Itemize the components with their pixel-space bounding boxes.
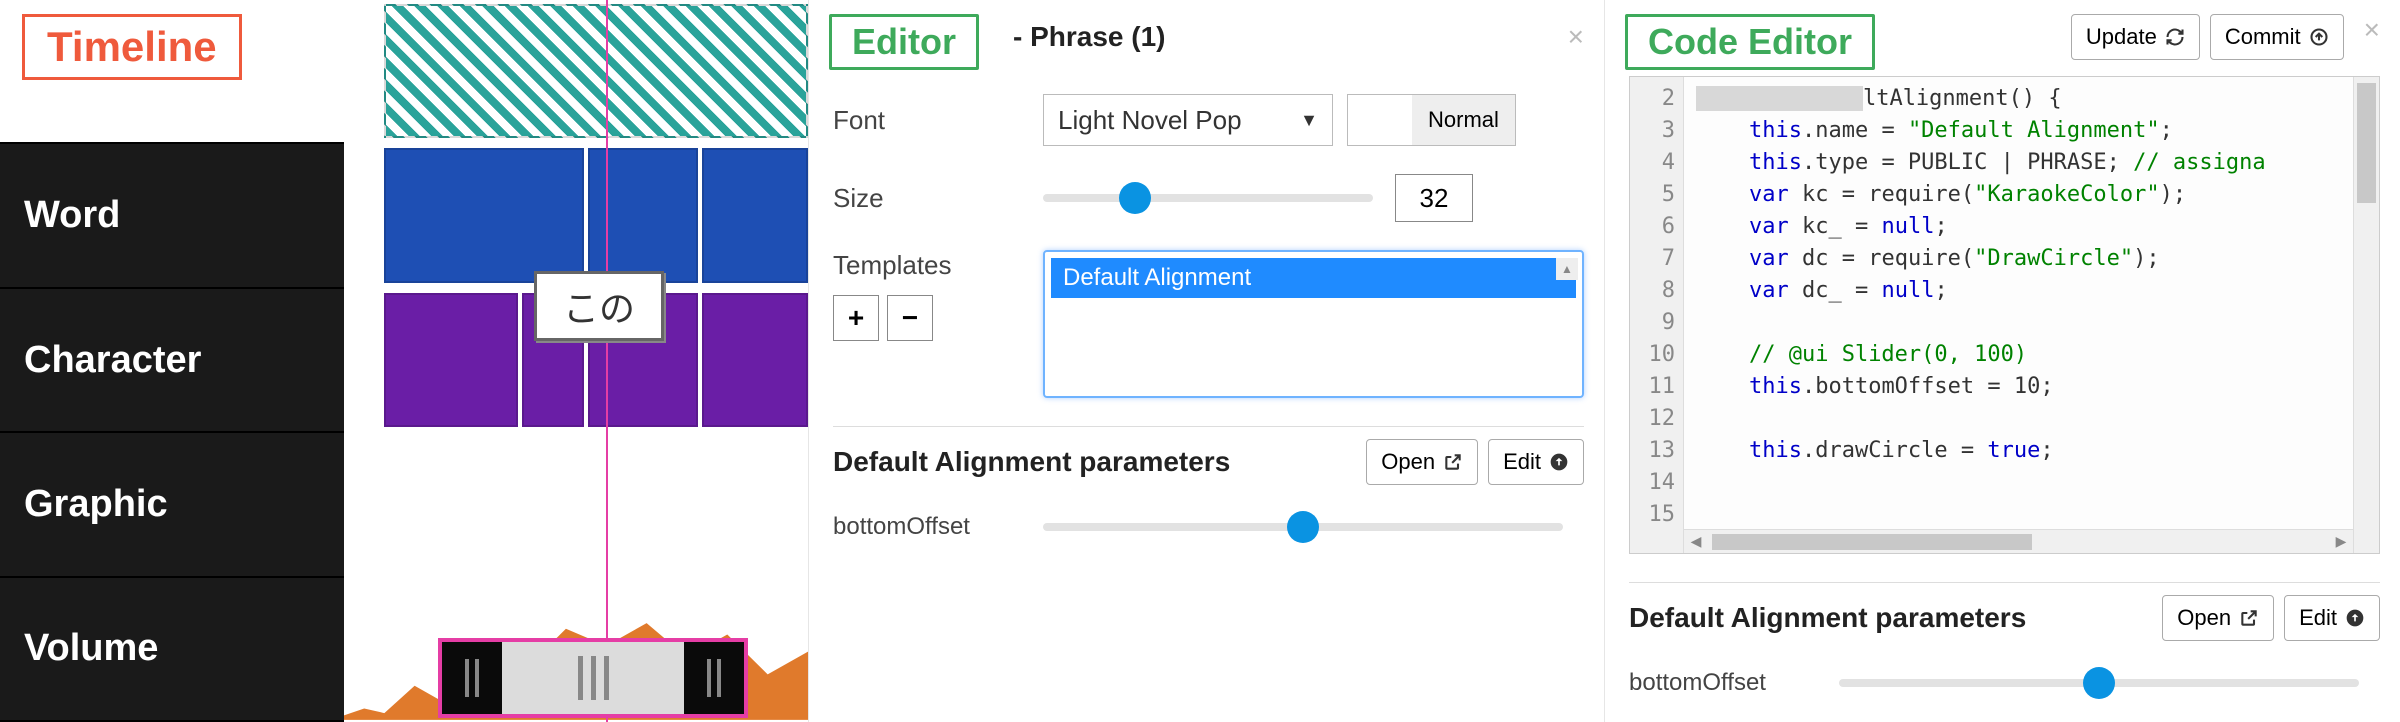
code-gutter: 2 3 4 5 6 7 8 9 10 11 12 13 14 15 bbox=[1630, 77, 1684, 553]
size-label: Size bbox=[833, 183, 1043, 214]
close-icon[interactable]: × bbox=[1568, 21, 1584, 53]
clip-phrase[interactable] bbox=[384, 4, 808, 138]
track-label-word[interactable]: Word bbox=[0, 144, 344, 288]
vscroll-thumb[interactable] bbox=[2357, 83, 2376, 203]
commit-button[interactable]: Commit bbox=[2210, 14, 2344, 60]
clip-tooltip: この bbox=[534, 271, 664, 341]
timeline-scrollbar[interactable] bbox=[438, 638, 748, 718]
track-label-volume[interactable]: Volume bbox=[0, 578, 344, 722]
external-link-icon bbox=[2239, 608, 2259, 628]
font-style-toggle[interactable]: Normal bbox=[1347, 94, 1516, 146]
font-style-option[interactable] bbox=[1348, 95, 1412, 145]
scroll-handle-right[interactable] bbox=[684, 642, 744, 714]
font-select[interactable]: Light Novel Pop ▼ bbox=[1043, 94, 1333, 146]
commit-button-label: Commit bbox=[2225, 24, 2301, 50]
editor-title-suffix: - Phrase (1) bbox=[1013, 21, 1166, 53]
template-item[interactable]: Default Alignment bbox=[1051, 258, 1576, 298]
track-label-graphic[interactable]: Graphic bbox=[0, 433, 344, 577]
playhead[interactable] bbox=[606, 0, 608, 722]
bottomoffset-slider-thumb[interactable] bbox=[1287, 511, 1319, 543]
scroll-up-icon[interactable]: ▲ bbox=[1556, 258, 1578, 280]
size-input[interactable]: 32 bbox=[1395, 174, 1473, 222]
editor-badge: Editor bbox=[829, 14, 979, 70]
scroll-left-icon[interactable]: ◀ bbox=[1684, 533, 1708, 550]
track-label-character[interactable]: Character bbox=[0, 289, 344, 433]
code-hscrollbar[interactable]: ◀ ▶ bbox=[1684, 529, 2353, 553]
track-area[interactable]: この bbox=[344, 0, 808, 722]
chevron-down-icon: ▼ bbox=[1300, 110, 1318, 131]
track-row-graphic[interactable] bbox=[344, 433, 808, 577]
clip-word[interactable] bbox=[384, 148, 584, 282]
font-style-normal[interactable]: Normal bbox=[1412, 95, 1515, 145]
size-slider[interactable] bbox=[1043, 194, 1373, 202]
bottomoffset-label: bottomOffset bbox=[1629, 669, 1839, 697]
open-button-label: Open bbox=[2177, 605, 2231, 631]
size-slider-thumb[interactable] bbox=[1119, 182, 1151, 214]
templates-scrollbar[interactable]: ▲ bbox=[1556, 258, 1578, 390]
open-button[interactable]: Open bbox=[2162, 595, 2274, 641]
clip-word[interactable] bbox=[702, 148, 808, 282]
code-editor-badge: Code Editor bbox=[1625, 14, 1875, 70]
bottomoffset-slider[interactable] bbox=[1043, 523, 1563, 531]
edit-button[interactable]: Edit bbox=[2284, 595, 2380, 641]
clip-word[interactable] bbox=[588, 148, 698, 282]
bottomoffset-slider-thumb[interactable] bbox=[2083, 667, 2115, 699]
track-row-character[interactable]: この bbox=[344, 289, 808, 433]
close-icon[interactable]: × bbox=[2364, 14, 2380, 60]
edit-button-label: Edit bbox=[2299, 605, 2337, 631]
code-vscrollbar[interactable] bbox=[2353, 77, 2379, 553]
code-area[interactable]: 2 3 4 5 6 7 8 9 10 11 12 13 14 15 ltAlig… bbox=[1629, 76, 2380, 554]
template-remove-button[interactable]: − bbox=[887, 295, 933, 341]
code-content[interactable]: ltAlignment() { this.name = "Default Ali… bbox=[1684, 77, 2353, 553]
bottomoffset-label: bottomOffset bbox=[833, 513, 1043, 541]
external-link-icon bbox=[1443, 452, 1463, 472]
scroll-handle-left[interactable] bbox=[442, 642, 502, 714]
params-title: Default Alignment parameters bbox=[1629, 602, 2026, 634]
font-select-value: Light Novel Pop bbox=[1058, 105, 1242, 136]
open-button[interactable]: Open bbox=[1366, 439, 1478, 485]
refresh-icon bbox=[2165, 27, 2185, 47]
track-row-word[interactable] bbox=[344, 144, 808, 288]
hscroll-thumb[interactable] bbox=[1712, 534, 2032, 550]
editor-panel: Editor - Phrase (1) × Font Light Novel P… bbox=[808, 0, 1604, 722]
timeline-panel: Timeline Word Character Graphic Volume bbox=[0, 0, 808, 722]
templates-label: Templates bbox=[833, 250, 1043, 281]
arrow-up-circle-icon bbox=[1549, 452, 1569, 472]
edit-button[interactable]: Edit bbox=[1488, 439, 1584, 485]
update-button-label: Update bbox=[2086, 24, 2157, 50]
clip-char[interactable] bbox=[702, 293, 808, 427]
open-button-label: Open bbox=[1381, 449, 1435, 475]
timeline-badge: Timeline bbox=[22, 14, 242, 80]
bottomoffset-slider[interactable] bbox=[1839, 679, 2359, 687]
templates-list[interactable]: Default Alignment ▲ bbox=[1043, 250, 1584, 398]
scroll-right-icon[interactable]: ▶ bbox=[2329, 533, 2353, 550]
edit-button-label: Edit bbox=[1503, 449, 1541, 475]
upload-icon bbox=[2309, 27, 2329, 47]
params-title: Default Alignment parameters bbox=[833, 446, 1230, 478]
scroll-thumb[interactable] bbox=[502, 642, 684, 714]
font-label: Font bbox=[833, 105, 1043, 136]
timeline-header: Timeline bbox=[0, 0, 344, 144]
code-editor-panel: Code Editor Update Commit × 2 3 4 5 6 bbox=[1604, 0, 2400, 722]
arrow-up-circle-icon bbox=[2345, 608, 2365, 628]
update-button[interactable]: Update bbox=[2071, 14, 2200, 60]
template-add-button[interactable]: + bbox=[833, 295, 879, 341]
clip-char[interactable] bbox=[384, 293, 518, 427]
track-row-phrase[interactable] bbox=[344, 0, 808, 144]
